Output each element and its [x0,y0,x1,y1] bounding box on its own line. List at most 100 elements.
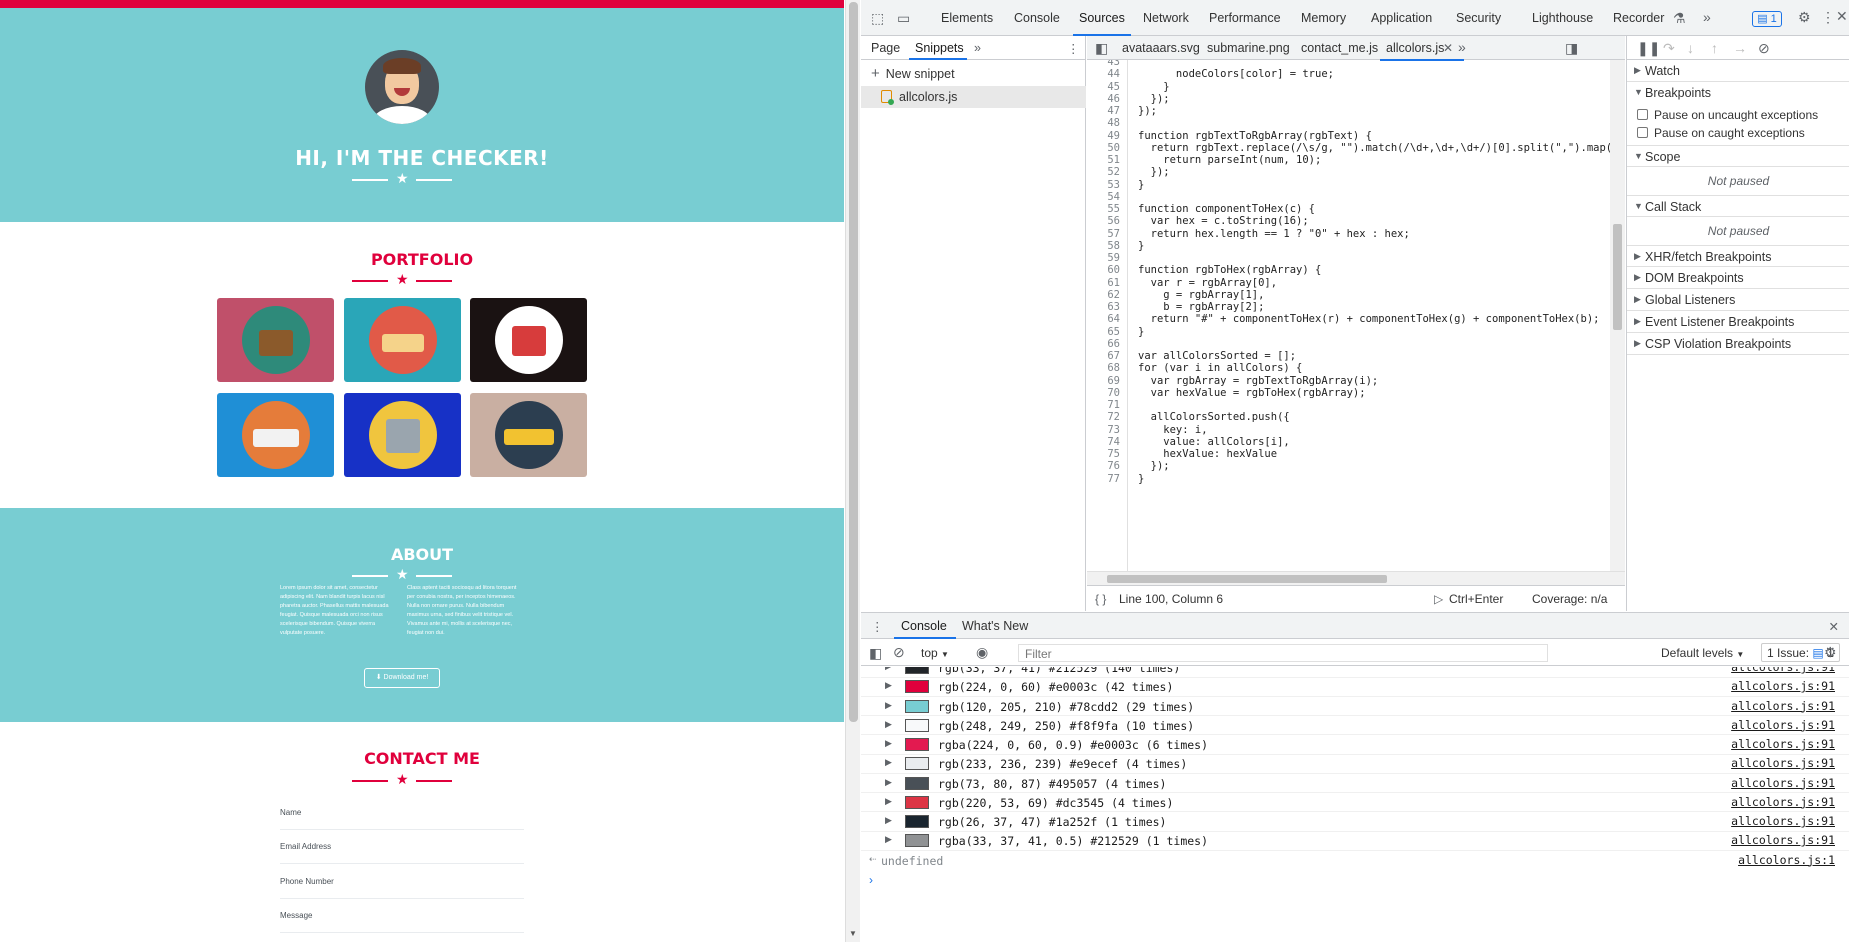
source-link[interactable]: allcolors.js:91 [1731,679,1835,693]
line-number[interactable]: 52 [1087,166,1120,178]
pause-caught-checkbox[interactable]: Pause on caught exceptions [1637,126,1805,140]
tab-snippets[interactable]: Snippets [915,41,964,55]
download-button[interactable]: ⬇ Download me! [364,668,440,688]
tab-application[interactable]: Application [1371,11,1432,25]
run-icon[interactable]: ▷ [1434,592,1443,606]
source-link[interactable]: allcolors.js:91 [1731,776,1835,790]
console-message[interactable]: ▶ rgb(73, 80, 87) #495057 (4 times) allcol… [861,774,1849,793]
line-number[interactable]: 43 [1087,60,1120,68]
snippet-item[interactable]: allcolors.js [861,86,1086,108]
drawer-menu-icon[interactable]: ⋮ [871,619,884,634]
source-link[interactable]: allcolors.js:1 [1738,853,1835,867]
scope-section[interactable]: ▼ Scope [1627,145,1849,167]
device-toolbar-icon[interactable]: ▭ [897,11,910,25]
expand-triangle-icon[interactable]: ▶ [885,796,892,807]
scroll-down-icon[interactable]: ▼ [849,929,857,938]
line-number[interactable]: 51 [1087,154,1120,166]
editor-vertical-scrollbar[interactable] [1610,60,1625,571]
source-link[interactable]: allcolors.js:91 [1731,833,1835,847]
line-number[interactable]: 72 [1087,411,1120,423]
line-number[interactable]: 53 [1087,179,1120,191]
new-snippet-button[interactable]: + New snippet [871,65,955,82]
step-icon[interactable]: → [1733,41,1747,55]
source-link[interactable]: allcolors.js:91 [1731,737,1835,751]
source-link[interactable]: allcolors.js:91 [1731,718,1835,732]
step-over-icon[interactable]: ↷ [1663,41,1675,55]
editor-tab-active[interactable]: allcolors.js [1379,41,1465,61]
kebab-menu-icon[interactable]: ⋮ [1067,41,1080,56]
step-into-icon[interactable]: ↓ [1687,41,1694,55]
line-number[interactable]: 65 [1087,326,1120,338]
more-nav-icon[interactable]: » [974,41,981,55]
deactivate-breakpoints-icon[interactable]: ⊘ [1758,41,1770,55]
expand-triangle-icon[interactable]: ▶ [885,834,892,845]
console-message[interactable]: ▶ rgba(33, 37, 41, 0.5) #212529 (1 times)… [861,831,1849,851]
line-number[interactable]: 70 [1087,387,1120,399]
tab-page[interactable]: Page [871,41,900,55]
expand-triangle-icon[interactable]: ▶ [885,757,892,768]
xhr-breakpoints-section[interactable]: ▶ XHR/fetch Breakpoints [1627,245,1849,267]
expand-triangle-icon[interactable]: ▶ [885,667,892,672]
line-number[interactable]: 73 [1087,424,1120,436]
portfolio-item-circus[interactable] [470,298,587,382]
issues-badge[interactable]: ▤ 1 [1752,11,1782,27]
step-out-icon[interactable]: ↑ [1711,41,1718,55]
line-number[interactable]: 66 [1087,338,1120,350]
line-number[interactable]: 60 [1087,264,1120,276]
source-link[interactable]: allcolors.js:91 [1731,814,1835,828]
pause-icon[interactable]: ❚❚ [1637,41,1660,55]
format-icon[interactable]: { } [1095,592,1106,606]
tab-memory[interactable]: Memory [1301,11,1346,25]
line-number[interactable]: 45 [1087,81,1120,93]
portfolio-item-submarine[interactable] [470,393,587,477]
more-tabs-icon[interactable]: » [1703,10,1711,24]
console-prompt[interactable]: › [861,870,1849,890]
tab-lighthouse[interactable]: Lighthouse [1532,11,1593,25]
line-number[interactable]: 48 [1087,117,1120,129]
code-area[interactable]: 43 44 nodeColors[color] = true; 45 } 46 });… [1087,60,1625,571]
inspect-element-icon[interactable]: ⬚ [871,11,884,25]
source-link[interactable]: allcolors.js:91 [1731,795,1835,809]
close-tab-icon[interactable]: ✕ [1443,41,1453,55]
page-scrollbar[interactable]: ▼ [845,0,860,942]
tab-whats-new[interactable]: What's New [962,619,1028,633]
name-field[interactable]: Name [280,808,524,830]
line-number[interactable]: 50 [1087,142,1120,154]
portfolio-item-controller[interactable] [217,393,334,477]
console-message[interactable]: ▶ rgb(248, 249, 250) #f8f9fa (10 times) al… [861,716,1849,736]
source-link[interactable]: allcolors.js:91 [1731,756,1835,770]
global-listeners-section[interactable]: ▶ Global Listeners [1627,289,1849,311]
phone-field[interactable]: Phone Number [280,877,524,899]
console-sidebar-icon[interactable]: ◧ [869,646,882,660]
tab-security[interactable]: Security [1456,11,1501,25]
line-number[interactable]: 54 [1087,191,1120,203]
portfolio-item-cake[interactable] [344,298,461,382]
csp-violation-breakpoints-section[interactable]: ▶ CSP Violation Breakpoints [1627,333,1849,355]
line-number[interactable]: 57 [1087,228,1120,240]
more-tabs-icon[interactable]: » [1458,40,1466,54]
call-stack-section[interactable]: ▼ Call Stack [1627,195,1849,217]
line-number[interactable]: 47 [1087,105,1120,117]
line-number[interactable]: 76 [1087,460,1120,472]
watch-section[interactable]: ▶ Watch [1627,60,1849,82]
console-message[interactable]: ▶ rgb(26, 37, 47) #1a252f (1 times) allcol… [861,812,1849,832]
console-message[interactable]: ▶ rgb(233, 236, 239) #e9ecef (4 times) all… [861,754,1849,774]
email-field[interactable]: Email Address [280,842,524,864]
portfolio-item-safe[interactable] [344,393,461,477]
editor-tab[interactable]: contact_me.js [1301,41,1378,55]
tab-recorder[interactable]: Recorder [1613,11,1664,25]
expand-triangle-icon[interactable]: ▶ [885,700,892,711]
line-number[interactable]: 74 [1087,436,1120,448]
expand-triangle-icon[interactable]: ▶ [885,719,892,730]
context-selector[interactable]: top ▼ [921,646,949,660]
console-message[interactable]: ▶ rgb(33, 37, 41) #212529 (140 times) allc… [861,667,1849,678]
editor-horizontal-scrollbar[interactable] [1087,571,1625,585]
tab-network[interactable]: Network [1143,11,1189,25]
close-icon[interactable]: ✕ [1836,9,1848,23]
portfolio-item-cabin[interactable] [217,298,334,382]
line-number[interactable]: 64 [1087,313,1120,325]
pause-uncaught-checkbox[interactable]: Pause on uncaught exceptions [1637,108,1818,122]
line-number[interactable]: 69 [1087,375,1120,387]
close-drawer-icon[interactable]: ✕ [1829,619,1839,634]
line-number[interactable]: 59 [1087,252,1120,264]
